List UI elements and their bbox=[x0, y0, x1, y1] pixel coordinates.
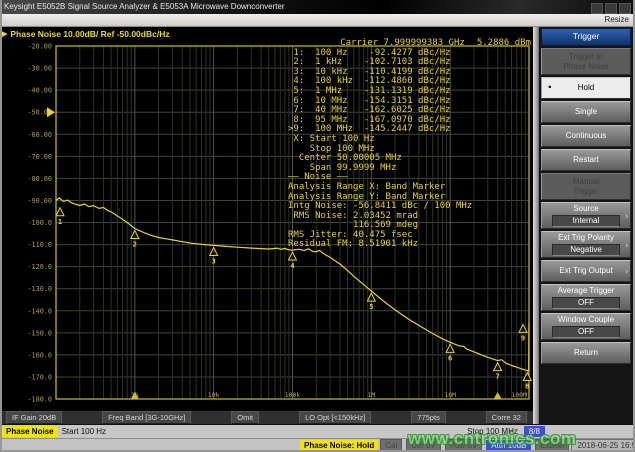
svg-text:-150.0: -150.0 bbox=[27, 329, 52, 337]
svg-text:-170.0: -170.0 bbox=[27, 373, 52, 381]
svg-text:-90.00: -90.00 bbox=[27, 197, 52, 205]
softkey-ext-trig-polarity[interactable]: Ext Trig PolarityNegative› bbox=[541, 231, 631, 258]
status-chip: Omit bbox=[231, 411, 259, 424]
svg-text:-140.0: -140.0 bbox=[27, 307, 52, 315]
marker-lines: 1: 100 Hz -92.4277 dBc/Hz 2: 1 kHz -102.… bbox=[288, 49, 531, 250]
softkey-hold[interactable]: Hold● bbox=[541, 77, 631, 99]
marker-readout-line: Residual FM: 8.51901 kHz bbox=[288, 240, 531, 250]
softkey-source[interactable]: SourceInternal› bbox=[541, 202, 631, 229]
svg-text:4: 4 bbox=[290, 262, 294, 270]
svg-text:-70.00: -70.00 bbox=[27, 153, 52, 161]
watermark: www.cntronics.com bbox=[408, 426, 634, 452]
svg-text:-100.0: -100.0 bbox=[27, 219, 52, 227]
softkey-ext-trig-polarity-value: Negative bbox=[552, 244, 620, 256]
status-chip: 775pts bbox=[411, 411, 446, 424]
svg-text:-60.00: -60.00 bbox=[27, 131, 52, 139]
svg-text:5: 5 bbox=[369, 303, 373, 311]
svg-text:-120.0: -120.0 bbox=[27, 263, 52, 271]
trigger-state-badge: Phase Noise: Hold bbox=[300, 440, 378, 451]
softkey-average-trigger-value: OFF bbox=[552, 297, 620, 309]
svg-text:-160.0: -160.0 bbox=[27, 351, 52, 359]
svg-text:1: 1 bbox=[58, 218, 62, 226]
measurement-screen: ▶ Phase Noise 10.00dB/ Ref -50.00dBc/Hz … bbox=[0, 27, 533, 424]
channel-header: ▶ Phase Noise 10.00dB/ Ref -50.00dBc/Hz bbox=[2, 28, 170, 40]
softkey-menu-title: Trigger bbox=[541, 28, 631, 46]
minimize-button[interactable] bbox=[591, 3, 603, 14]
svg-text:10M: 10M bbox=[444, 391, 456, 399]
close-button[interactable] bbox=[619, 3, 631, 14]
status-chip: LO Opt [<150kHz] bbox=[299, 411, 371, 424]
channel-header-label: Phase Noise 10.00dB/ Ref -50.00dBc/Hz bbox=[10, 29, 169, 39]
softkey-single[interactable]: Single bbox=[541, 101, 631, 123]
svg-text:-20.00: -20.00 bbox=[27, 43, 52, 51]
svg-text:1M: 1M bbox=[367, 391, 375, 399]
svg-text:-180.0: -180.0 bbox=[27, 396, 52, 404]
svg-text:3: 3 bbox=[212, 257, 216, 265]
submenu-arrow-icon: › bbox=[625, 240, 628, 250]
softkey-window-couple-value: OFF bbox=[552, 326, 620, 338]
marker-readout: Carrier 7.999999383 GHz 5.2886 dBm 1: 10… bbox=[288, 39, 531, 250]
softkey-trigger-to-phase-noise: Trigger toPhase Noise bbox=[541, 48, 631, 75]
svg-text:-80.00: -80.00 bbox=[27, 175, 52, 183]
window-controls bbox=[591, 3, 631, 14]
mode-badge: Phase Noise bbox=[2, 426, 58, 437]
softkey-average-trigger[interactable]: Average TriggerOFF bbox=[541, 284, 631, 311]
svg-text:100k: 100k bbox=[285, 391, 301, 399]
resize-menu-item[interactable]: Resize bbox=[605, 15, 629, 24]
window-title: Keysight E5052B Signal Source Analyzer &… bbox=[4, 2, 285, 11]
cal-indicator: Cal bbox=[380, 439, 402, 452]
svg-text:2: 2 bbox=[133, 240, 137, 248]
measurement-status-strip: IF Gain 20dB Freq Band [3G-10GHz] Omit LO O… bbox=[0, 410, 533, 424]
svg-text:6: 6 bbox=[448, 354, 452, 362]
softkey-manual-trigger: ManualTrigger bbox=[541, 173, 631, 200]
submenu-arrow-icon: › bbox=[625, 266, 628, 276]
svg-text:9: 9 bbox=[521, 334, 525, 342]
svg-text:10k: 10k bbox=[208, 391, 220, 399]
status-chip: IF Gain 20dB bbox=[6, 411, 62, 424]
softkey-source-value: Internal bbox=[552, 215, 620, 227]
title-bar: Keysight E5052B Signal Source Analyzer &… bbox=[0, 0, 635, 14]
svg-text:-30.00: -30.00 bbox=[27, 65, 52, 73]
softkey-return[interactable]: Return bbox=[541, 342, 631, 364]
carrier-power: 5.2886 dBm bbox=[477, 39, 531, 49]
softkey-sidebar: Trigger Trigger toPhase NoiseHold●SingleC… bbox=[539, 27, 633, 424]
svg-text:-110.0: -110.0 bbox=[27, 241, 52, 249]
trace-arrow-icon: ▶ bbox=[2, 30, 7, 38]
sweep-start-label: Start 100 Hz bbox=[58, 426, 110, 437]
submenu-arrow-icon: › bbox=[625, 211, 628, 221]
svg-text:-40.00: -40.00 bbox=[27, 87, 52, 95]
status-chip: Freq Band [3G-10GHz] bbox=[102, 411, 191, 424]
svg-text:100M: 100M bbox=[511, 391, 527, 399]
status-chip: Corre 32 bbox=[486, 411, 527, 424]
svg-text:-130.0: -130.0 bbox=[27, 285, 52, 293]
app-window: Keysight E5052B Signal Source Analyzer &… bbox=[0, 0, 635, 452]
svg-text:7: 7 bbox=[496, 373, 500, 381]
softkey-continuous[interactable]: Continuous bbox=[541, 125, 631, 147]
menu-bar: Resize bbox=[0, 14, 635, 27]
svg-text:8: 8 bbox=[525, 383, 529, 391]
selected-bullet-icon: ● bbox=[548, 83, 552, 93]
maximize-button[interactable] bbox=[605, 3, 617, 14]
softkey-restart[interactable]: Restart bbox=[541, 149, 631, 171]
softkey-window-couple[interactable]: Window CoupleOFF bbox=[541, 313, 631, 340]
softkey-ext-trig-output[interactable]: Ext Trig Output› bbox=[541, 260, 631, 282]
